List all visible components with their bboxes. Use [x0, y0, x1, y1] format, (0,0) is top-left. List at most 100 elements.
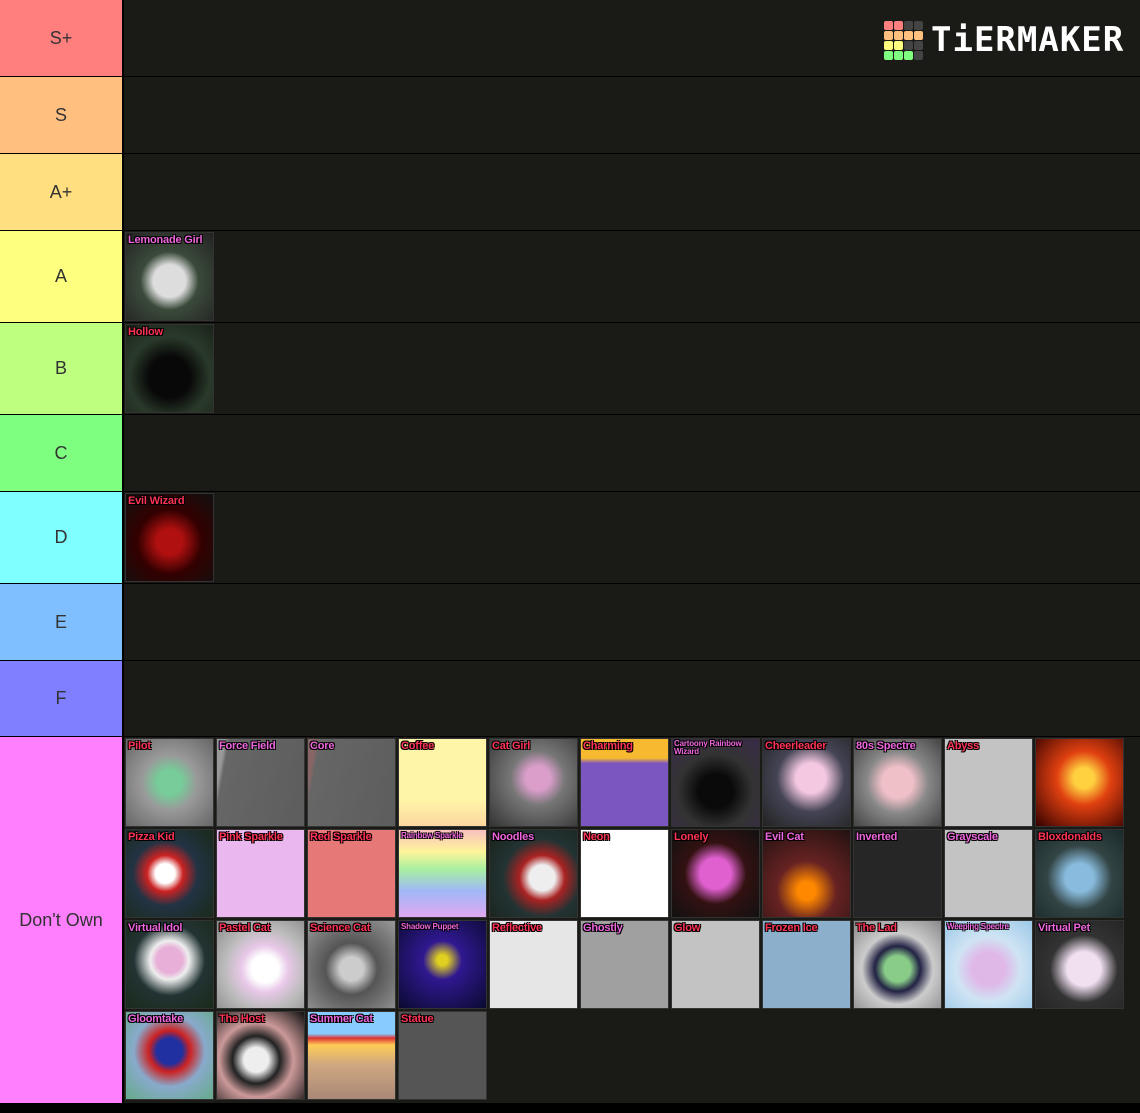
- item-label: Grayscale: [947, 831, 998, 843]
- tier-item[interactable]: Coffee: [398, 738, 487, 827]
- tier-item[interactable]: Summer Cat: [307, 1011, 396, 1100]
- logo-square: [894, 40, 903, 50]
- tier-label[interactable]: C: [0, 415, 124, 491]
- tier-items: Evil Wizard: [124, 492, 1140, 583]
- item-label: Bloxdonalds: [1038, 831, 1102, 843]
- tier-item[interactable]: Lemonade Girl: [125, 232, 214, 321]
- tier-label[interactable]: S+: [0, 0, 124, 76]
- tier-item[interactable]: Charming: [580, 738, 669, 827]
- item-label: Lemonade Girl: [128, 234, 203, 246]
- tier-item[interactable]: Core: [307, 738, 396, 827]
- tier-label[interactable]: A+: [0, 154, 124, 230]
- tier-item[interactable]: Bloxdonalds: [1035, 829, 1124, 918]
- tier-item[interactable]: Force Field: [216, 738, 305, 827]
- item-label: Pilot: [128, 740, 151, 752]
- tier-item[interactable]: Rainbow Sparkle: [398, 829, 487, 918]
- item-label: Neon: [583, 831, 610, 843]
- tier-row: B Hollow: [0, 323, 1140, 415]
- item-label: Core: [310, 740, 335, 752]
- tier-item[interactable]: Reflective: [489, 920, 578, 1009]
- logo-text: TiERMAKER: [931, 20, 1125, 60]
- logo-grid-icon: [884, 20, 923, 60]
- tier-item[interactable]: Shadow Puppet: [398, 920, 487, 1009]
- tier-item[interactable]: Grayscale: [944, 829, 1033, 918]
- tier-item[interactable]: Frozen Ice: [762, 920, 851, 1009]
- logo-square: [894, 20, 903, 30]
- tier-item[interactable]: Evil Wizard: [125, 493, 214, 582]
- tier-item[interactable]: The Host: [216, 1011, 305, 1100]
- tier-item[interactable]: Neon: [580, 829, 669, 918]
- item-label: Cartoony Rainbow Wizard: [674, 739, 742, 756]
- item-label: Noodles: [492, 831, 534, 843]
- logo-square: [884, 30, 893, 40]
- tier-label[interactable]: D: [0, 492, 124, 583]
- item-label: Pizza Kid: [128, 831, 175, 843]
- item-label: Summer Cat: [310, 1013, 373, 1025]
- tier-item[interactable]: Evil Cat: [762, 829, 851, 918]
- tier-label[interactable]: A: [0, 231, 124, 322]
- tier-item[interactable]: Abyss: [944, 738, 1033, 827]
- logo-square: [904, 40, 913, 50]
- tier-item[interactable]: Pilot: [125, 738, 214, 827]
- item-label: Virtual Idol: [128, 922, 183, 934]
- tier-item[interactable]: Statue: [398, 1011, 487, 1100]
- tiermaker-logo: TiERMAKER: [884, 20, 1124, 60]
- item-label: Pink Sparkle: [219, 831, 283, 843]
- logo-square: [904, 20, 913, 30]
- item-label: Reflective: [492, 922, 542, 934]
- tier-item[interactable]: [1035, 738, 1124, 827]
- item-label: Frozen Ice: [765, 922, 818, 934]
- tier-item[interactable]: Cartoony Rainbow Wizard: [671, 738, 760, 827]
- item-label: Glow: [674, 922, 701, 934]
- tier-item[interactable]: Virtual Pet: [1035, 920, 1124, 1009]
- tier-items: [124, 584, 1140, 660]
- tier-item[interactable]: Weeping Spectre: [944, 920, 1033, 1009]
- tier-item[interactable]: Lonely: [671, 829, 760, 918]
- tier-item[interactable]: Cheerleader: [762, 738, 851, 827]
- item-label: Weeping Spectre: [947, 922, 1009, 931]
- tier-item[interactable]: Hollow: [125, 324, 214, 413]
- logo-square: [904, 50, 913, 60]
- tier-item[interactable]: Noodles: [489, 829, 578, 918]
- tier-label[interactable]: Don't Own: [0, 737, 124, 1103]
- item-label: The Host: [219, 1013, 265, 1025]
- tier-item[interactable]: Ghostly: [580, 920, 669, 1009]
- tier-item[interactable]: Pizza Kid: [125, 829, 214, 918]
- tier-item[interactable]: Science Cat: [307, 920, 396, 1009]
- tier-row: C: [0, 415, 1140, 492]
- tier-item[interactable]: Red Sparkle: [307, 829, 396, 918]
- tier-label[interactable]: S: [0, 77, 124, 153]
- item-label: Abyss: [947, 740, 980, 752]
- tier-item[interactable]: Cat Girl: [489, 738, 578, 827]
- tier-row: D Evil Wizard: [0, 492, 1140, 584]
- item-label: Evil Wizard: [128, 495, 185, 507]
- tier-item[interactable]: Pink Sparkle: [216, 829, 305, 918]
- item-label: Shadow Puppet: [401, 922, 459, 931]
- tier-label[interactable]: B: [0, 323, 124, 414]
- logo-square: [884, 40, 893, 50]
- tier-items: [124, 415, 1140, 491]
- tier-label[interactable]: E: [0, 584, 124, 660]
- tier-item[interactable]: Inverted: [853, 829, 942, 918]
- item-label: Cat Girl: [492, 740, 531, 752]
- tier-item[interactable]: The Lad: [853, 920, 942, 1009]
- tier-items: [124, 154, 1140, 230]
- tier-item[interactable]: 80s Spectre: [853, 738, 942, 827]
- item-label: Force Field: [219, 740, 276, 752]
- logo-square: [904, 30, 913, 40]
- tier-label[interactable]: F: [0, 661, 124, 736]
- tier-items: [124, 77, 1140, 153]
- item-label: Pastel Cat: [219, 922, 271, 934]
- logo-square: [894, 30, 903, 40]
- tier-item[interactable]: Glow: [671, 920, 760, 1009]
- tier-item[interactable]: Virtual Idol: [125, 920, 214, 1009]
- item-label: Charming: [583, 740, 633, 752]
- tier-item[interactable]: Gloomtake: [125, 1011, 214, 1100]
- item-label: Evil Cat: [765, 831, 804, 843]
- tier-list: S+ S A+ A Lemonade Girl B Hollow C D Evil Wizard E…: [0, 0, 1140, 1104]
- logo-square: [884, 20, 893, 30]
- item-label: Red Sparkle: [310, 831, 372, 843]
- item-label: Hollow: [128, 326, 163, 338]
- item-label: Inverted: [856, 831, 898, 843]
- tier-item[interactable]: Pastel Cat: [216, 920, 305, 1009]
